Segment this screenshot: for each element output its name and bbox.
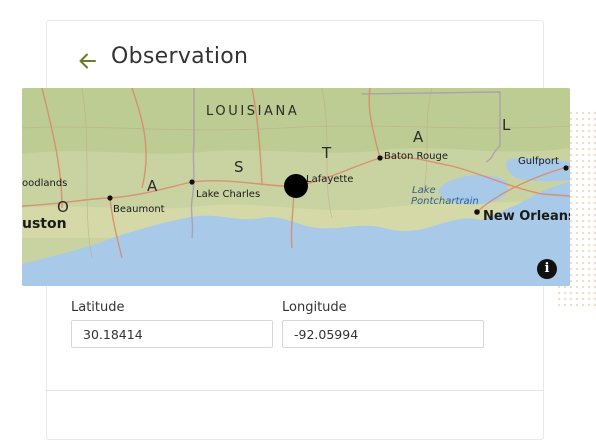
map-forest: [22, 88, 570, 154]
lake-label: Lake: [412, 185, 436, 196]
location-map[interactable]: LOUISIANA A L T S A O oodlands uston Bea…: [22, 88, 570, 286]
city-label-houston: uston: [22, 216, 67, 232]
latitude-label: Latitude: [71, 300, 125, 315]
city-label-gulfport: Gulfport: [518, 156, 559, 167]
state-label: LOUISIANA: [206, 104, 299, 119]
back-button[interactable]: [78, 50, 98, 72]
coast-letter: O: [57, 198, 69, 216]
coast-letter: A: [147, 177, 158, 195]
longitude-field[interactable]: [282, 320, 484, 348]
map-canvas[interactable]: LOUISIANA A L T S A O oodlands uston Bea…: [22, 88, 570, 286]
coast-letter: S: [234, 158, 244, 176]
city-label-woodlands: oodlands: [22, 178, 67, 189]
lake-label: Pontchartrain: [411, 196, 479, 207]
page-title: Observation: [111, 44, 249, 69]
section-divider: [46, 390, 544, 391]
city-label-beaumont: Beaumont: [113, 204, 165, 215]
location-marker[interactable]: [284, 174, 308, 198]
longitude-label: Longitude: [282, 300, 347, 315]
coast-letter: L: [502, 116, 511, 134]
city-label-baton-rouge: Baton Rouge: [384, 151, 448, 162]
city-label-lafayette: Lafayette: [306, 174, 353, 185]
city-label-new-orleans: New Orleans: [483, 209, 570, 224]
latitude-field[interactable]: [71, 320, 273, 348]
coast-letter: A: [413, 128, 424, 146]
arrow-left-icon: [79, 53, 96, 69]
info-icon[interactable]: i: [537, 259, 557, 279]
city-label-lake-charles: Lake Charles: [196, 189, 260, 200]
coast-letter: T: [321, 144, 332, 162]
